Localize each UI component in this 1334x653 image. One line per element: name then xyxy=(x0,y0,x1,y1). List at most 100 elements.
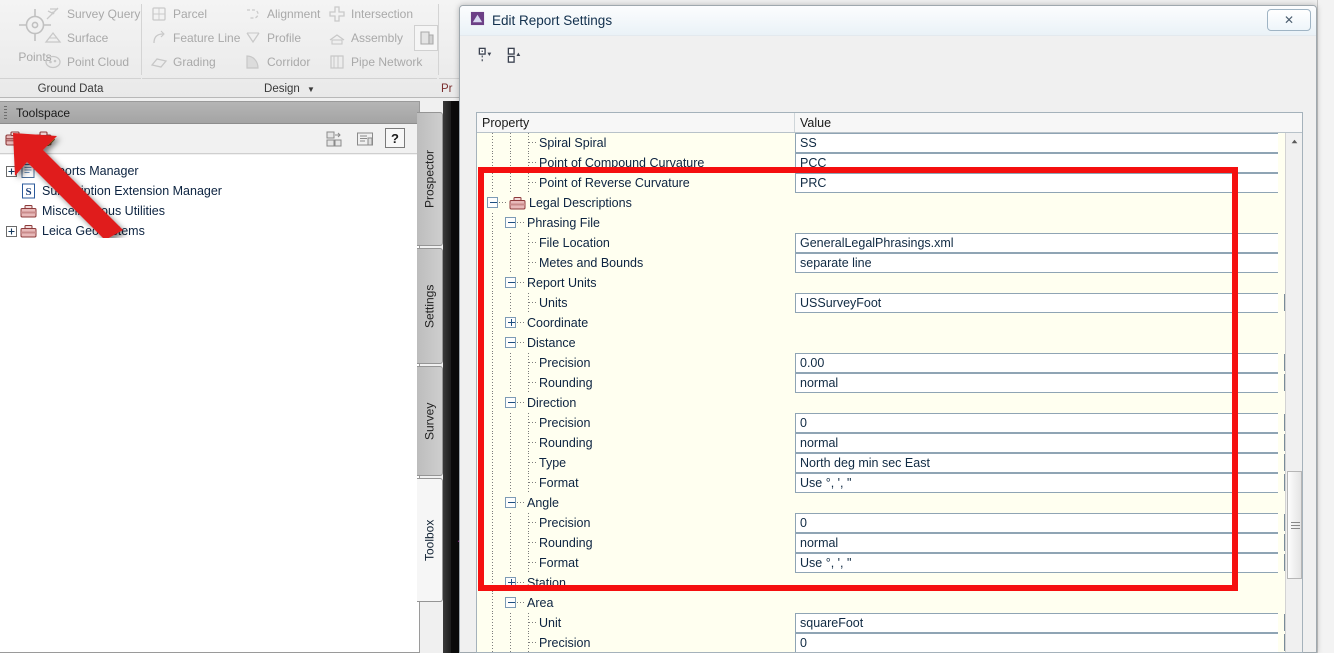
grid-row[interactable]: Point of Reverse Curvature PRC xyxy=(477,173,1302,193)
value-input[interactable]: PRC xyxy=(795,173,1278,193)
grid-row[interactable]: Direction xyxy=(477,393,1302,413)
property-cell[interactable]: File Location xyxy=(477,233,795,253)
grid-row[interactable]: Format Use °, ', " xyxy=(477,553,1302,573)
ribbon-button-corridor[interactable]: Corridor xyxy=(244,53,310,71)
expand-plus-icon[interactable] xyxy=(505,317,516,328)
grid-row[interactable]: Rounding normal xyxy=(477,373,1302,393)
grid-row[interactable]: Rounding normal xyxy=(477,433,1302,453)
property-cell[interactable]: Format xyxy=(477,473,795,493)
ribbon-button-assembly-extra[interactable] xyxy=(414,25,438,51)
scroll-up-button[interactable] xyxy=(1286,133,1302,150)
property-cell[interactable]: Type xyxy=(477,453,795,473)
value-input[interactable]: separate line xyxy=(795,253,1278,273)
ribbon-button-intersection[interactable]: Intersection xyxy=(328,5,413,23)
property-cell[interactable]: Metes and Bounds xyxy=(477,253,795,273)
grid-rows[interactable]: Spiral Spiral SS Point of Compound Curvatu… xyxy=(477,133,1302,652)
close-button[interactable]: ✕ xyxy=(1267,9,1311,31)
collapse-minus-icon[interactable] xyxy=(505,597,516,608)
ribbon-button-parcel[interactable]: Parcel xyxy=(150,5,207,23)
property-cell[interactable]: Angle xyxy=(477,493,795,513)
tab-settings[interactable]: Settings xyxy=(417,248,443,364)
value-input[interactable]: 0 xyxy=(795,413,1278,433)
grid-row[interactable]: Area xyxy=(477,593,1302,613)
dialog-title-bar[interactable]: Edit Report Settings ✕ xyxy=(460,6,1316,36)
grid-row[interactable]: Precision 0 xyxy=(477,513,1302,533)
grid-row[interactable]: Legal Descriptions xyxy=(477,193,1302,213)
chevron-down-icon[interactable]: ▼ xyxy=(307,85,315,94)
grid-row[interactable]: Precision 0 xyxy=(477,633,1302,652)
grid-row[interactable]: Precision 0.00 xyxy=(477,353,1302,373)
value-input[interactable]: 0 xyxy=(795,633,1278,652)
grid-row[interactable]: Point of Compound Curvature PCC xyxy=(477,153,1302,173)
ribbon-button-grading[interactable]: Grading xyxy=(150,53,216,71)
property-cell[interactable]: Phrasing File xyxy=(477,213,795,233)
grid-row[interactable]: Phrasing File xyxy=(477,213,1302,233)
property-cell[interactable]: Rounding xyxy=(477,373,795,393)
value-input[interactable]: normal xyxy=(795,533,1278,553)
collapse-minus-icon[interactable] xyxy=(505,337,516,348)
execute-report-icon[interactable] xyxy=(323,128,345,150)
value-input[interactable]: Use °, ', " xyxy=(795,553,1278,573)
ribbon-button-alignment[interactable]: Alignment xyxy=(244,5,320,23)
grid-row[interactable]: Report Units xyxy=(477,273,1302,293)
collapse-minus-icon[interactable] xyxy=(505,217,516,228)
property-cell[interactable]: Precision xyxy=(477,513,795,533)
scrollbar-thumb[interactable] xyxy=(1287,471,1302,579)
property-cell[interactable]: Rounding xyxy=(477,433,795,453)
tab-toolbox[interactable]: Toolbox xyxy=(417,478,443,602)
grid-row[interactable]: Rounding normal xyxy=(477,533,1302,553)
grid-row[interactable]: Metes and Bounds separate line xyxy=(477,253,1302,273)
value-input[interactable]: Use °, ', " xyxy=(795,473,1278,493)
property-cell[interactable]: Format xyxy=(477,553,795,573)
grid-row[interactable]: Format Use °, ', " xyxy=(477,473,1302,493)
property-cell[interactable]: Direction xyxy=(477,393,795,413)
drag-grip-icon[interactable] xyxy=(4,106,7,120)
property-cell[interactable]: Point of Reverse Curvature xyxy=(477,173,795,193)
ribbon-button-feature-line[interactable]: Feature Line xyxy=(150,29,240,47)
expand-all-icon[interactable] xyxy=(506,46,525,70)
grid-row[interactable]: Unit squareFoot xyxy=(477,613,1302,633)
property-cell[interactable]: Precision xyxy=(477,633,795,652)
value-input[interactable]: North deg min sec East xyxy=(795,453,1278,473)
grid-row[interactable]: Angle xyxy=(477,493,1302,513)
grid-row[interactable]: Precision 0 xyxy=(477,413,1302,433)
help-icon[interactable]: ? xyxy=(385,128,405,148)
value-input[interactable]: normal xyxy=(795,433,1278,453)
grid-row[interactable]: Station xyxy=(477,573,1302,593)
property-cell[interactable]: Units xyxy=(477,293,795,313)
ribbon-button-survey-query[interactable]: Survey Query xyxy=(44,5,140,23)
value-input[interactable]: squareFoot xyxy=(795,613,1278,633)
property-cell[interactable]: Legal Descriptions xyxy=(477,193,795,213)
ribbon-button-surface[interactable]: Surface xyxy=(44,29,108,47)
property-cell[interactable]: Precision xyxy=(477,413,795,433)
value-input[interactable]: 0.00 xyxy=(795,353,1278,373)
grid-row[interactable]: Distance xyxy=(477,333,1302,353)
value-input[interactable]: PCC xyxy=(795,153,1278,173)
property-cell[interactable]: Station xyxy=(477,573,795,593)
tab-prospector[interactable]: Prospector xyxy=(417,112,443,246)
value-input[interactable]: GeneralLegalPhrasings.xml xyxy=(795,233,1278,253)
grid-row[interactable]: File Location GeneralLegalPhrasings.xml xyxy=(477,233,1302,253)
report-settings-icon[interactable] xyxy=(354,128,376,150)
ribbon-button-pipe-network[interactable]: Pipe Network xyxy=(328,53,422,71)
expand-plus-icon[interactable] xyxy=(505,577,516,588)
collapse-minus-icon[interactable] xyxy=(505,277,516,288)
tab-survey[interactable]: Survey xyxy=(417,366,443,476)
value-input[interactable]: USSurveyFoot xyxy=(795,293,1278,313)
ribbon-button-assembly[interactable]: Assembly xyxy=(328,29,403,47)
collapse-minus-icon[interactable] xyxy=(487,197,498,208)
collapse-minus-icon[interactable] xyxy=(505,397,516,408)
value-input[interactable]: 0 xyxy=(795,513,1278,533)
property-cell[interactable]: Spiral Spiral xyxy=(477,133,795,153)
grid-row[interactable]: Coordinate xyxy=(477,313,1302,333)
ribbon-button-profile[interactable]: Profile xyxy=(244,29,301,47)
property-cell[interactable]: Rounding xyxy=(477,533,795,553)
property-cell[interactable]: Coordinate xyxy=(477,313,795,333)
grid-row[interactable]: Type North deg min sec East xyxy=(477,453,1302,473)
collapse-all-icon[interactable] xyxy=(477,46,496,70)
property-cell[interactable]: Point of Compound Curvature xyxy=(477,153,795,173)
property-cell[interactable]: Precision xyxy=(477,353,795,373)
value-input[interactable]: SS xyxy=(795,133,1278,153)
ribbon-button-point-cloud[interactable]: Point Cloud xyxy=(44,53,129,71)
property-cell[interactable]: Report Units xyxy=(477,273,795,293)
